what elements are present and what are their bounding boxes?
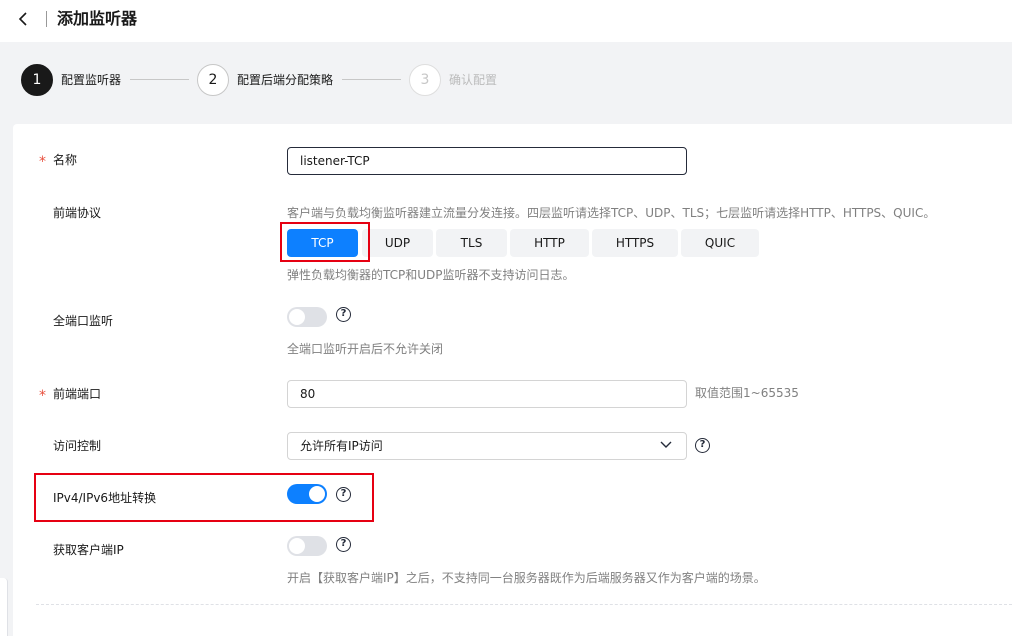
chevron-down-icon (660, 441, 672, 448)
name-label: 名称 (53, 153, 78, 167)
side-panel-edge (0, 578, 8, 636)
protocol-label: 前端协议 (53, 206, 102, 220)
protocol-option-quic[interactable]: QUIC (681, 229, 759, 257)
step-1-number: 1 (21, 64, 53, 96)
step-3-label: 确认配置 (449, 73, 498, 87)
protocol-option-https[interactable]: HTTPS (592, 229, 678, 257)
step-3-number: 3 (409, 64, 441, 96)
toggle-knob (289, 538, 305, 554)
question-circle-icon[interactable]: ? (336, 307, 351, 322)
question-circle-icon[interactable]: ? (695, 438, 710, 453)
protocol-hint: 客户端与负载均衡监听器建立流量分发连接。四层监听请选择TCP、UDP、TLS；七… (287, 206, 936, 220)
port-input[interactable]: 80 (287, 380, 687, 408)
step-connector (130, 79, 189, 80)
toggle-knob (289, 309, 305, 325)
step-connector (342, 79, 401, 80)
top-bar: 添加监听器 (0, 0, 1012, 42)
protocol-option-udp[interactable]: UDP (362, 229, 433, 257)
name-input[interactable]: listener-TCP (287, 147, 687, 175)
page-title: 添加监听器 (57, 9, 138, 28)
required-mark: * (39, 154, 46, 170)
section-divider (36, 604, 1012, 605)
protocol-option-http[interactable]: HTTP (510, 229, 589, 257)
access-control-label: 访问控制 (53, 439, 102, 453)
all-port-hint: 全端口监听开启后不允许关闭 (287, 342, 444, 356)
highlight-box (34, 473, 374, 522)
all-port-toggle[interactable] (287, 307, 327, 327)
client-ip-label: 获取客户端IP (53, 543, 124, 557)
all-port-label: 全端口监听 (53, 314, 114, 328)
access-control-select[interactable]: 允许所有IP访问 (287, 432, 687, 460)
step-1-label: 配置监听器 (61, 73, 122, 87)
port-range-hint: 取值范围1~65535 (695, 386, 799, 400)
client-ip-toggle[interactable] (287, 536, 327, 556)
highlight-box (280, 222, 370, 262)
header-divider (46, 11, 47, 27)
port-label: 前端端口 (53, 387, 102, 401)
protocol-option-tls[interactable]: TLS (436, 229, 507, 257)
client-ip-hint: 开启【获取客户端IP】之后，不支持同一台服务器既作为后端服务器又作为客户端的场景… (287, 571, 766, 585)
step-2-number: 2 (197, 64, 229, 96)
step-2-label: 配置后端分配策略 (237, 73, 334, 87)
required-mark: * (39, 388, 46, 404)
protocol-note: 弹性负载均衡器的TCP和UDP监听器不支持访问日志。 (287, 268, 575, 282)
step-indicator: 1 配置监听器 2 配置后端分配策略 3 确认配置 (0, 58, 1012, 102)
question-circle-icon[interactable]: ? (336, 537, 351, 552)
back-icon[interactable] (14, 9, 34, 29)
